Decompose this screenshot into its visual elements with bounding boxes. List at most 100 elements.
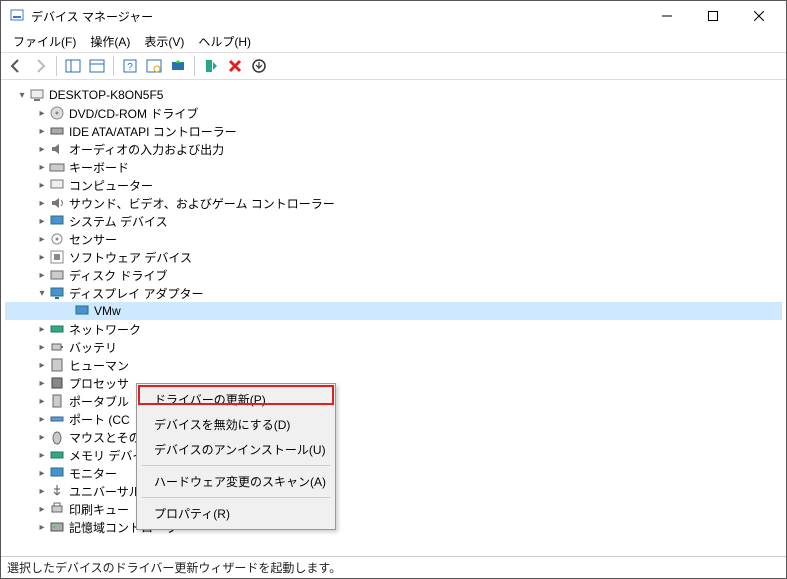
tree-root[interactable]: ▾ DESKTOP-K8ON5F5 (5, 86, 782, 104)
expand-icon[interactable]: ▸ (35, 342, 49, 353)
app-icon (9, 8, 25, 24)
usb-icon (49, 483, 65, 499)
update-driver-button[interactable] (167, 55, 189, 77)
properties-button[interactable] (86, 55, 108, 77)
sound-icon (49, 195, 65, 211)
tree-item[interactable]: ▸コンピューター (5, 176, 782, 194)
tree-label: DESKTOP-K8ON5F5 (49, 88, 163, 102)
context-scan-hardware[interactable]: ハードウェア変更のスキャン(A) (140, 469, 332, 494)
tree-label: ネットワーク (69, 321, 141, 338)
memory-icon (49, 447, 65, 463)
expand-icon[interactable]: ▸ (35, 504, 49, 515)
expand-icon[interactable]: ▸ (35, 270, 49, 281)
processor-icon (49, 375, 65, 391)
tree-label: IDE ATA/ATAPI コントローラー (69, 123, 237, 140)
system-icon (49, 213, 65, 229)
expand-icon[interactable]: ▸ (35, 162, 49, 173)
expand-icon[interactable]: ▸ (35, 126, 49, 137)
storage-controller-icon (49, 519, 65, 535)
network-icon (49, 321, 65, 337)
menu-action[interactable]: 操作(A) (84, 31, 136, 52)
tree-label: モニター (69, 465, 117, 482)
expand-icon[interactable]: ▸ (35, 396, 49, 407)
tree-item[interactable]: ▸センサー (5, 230, 782, 248)
expand-icon[interactable]: ▸ (35, 198, 49, 209)
expand-icon[interactable]: ▸ (35, 360, 49, 371)
tree-item[interactable]: ▸ポート (CC (5, 410, 782, 428)
tree-item-vmware-display[interactable]: VMw (5, 302, 782, 320)
title-bar: デバイス マネージャー (1, 1, 786, 31)
dvd-icon (49, 105, 65, 121)
tree-item[interactable]: ▸ソフトウェア デバイス (5, 248, 782, 266)
tree-item[interactable]: ▸メモリ デバイス (5, 446, 782, 464)
expand-icon[interactable]: ▸ (35, 414, 49, 425)
printer-icon (49, 501, 65, 517)
context-uninstall-device[interactable]: デバイスのアンインストール(U) (140, 437, 332, 462)
menu-file[interactable]: ファイル(F) (7, 31, 82, 52)
expand-icon[interactable]: ▸ (35, 324, 49, 335)
close-button[interactable] (736, 1, 782, 31)
tree-item[interactable]: ▸ユニバーサル シリアル バス コントローラー (5, 482, 782, 500)
tree-item[interactable]: ▸ディスク ドライブ (5, 266, 782, 284)
expand-icon[interactable]: ▸ (35, 468, 49, 479)
tree-item[interactable]: ▸ モニター (5, 464, 782, 482)
tree-item[interactable]: ▸システム デバイス (5, 212, 782, 230)
tree-item[interactable]: ▸ 印刷キュー (5, 500, 782, 518)
expand-icon[interactable]: ▸ (35, 450, 49, 461)
context-update-driver[interactable]: ドライバーの更新(P) (140, 387, 332, 412)
tree-item[interactable]: ▸ ヒューマン (5, 356, 782, 374)
tree-item[interactable]: ▸DVD/CD-ROM ドライブ (5, 104, 782, 122)
status-text: 選択したデバイスのドライバー更新ウィザードを起動します。 (7, 559, 341, 576)
tree-item[interactable]: ▸サウンド、ビデオ、およびゲーム コントローラー (5, 194, 782, 212)
tree-label: ポータブル (69, 393, 129, 410)
context-disable-device[interactable]: デバイスを無効にする(D) (140, 412, 332, 437)
tree-item[interactable]: ▸記憶域コントローラー (5, 518, 782, 536)
scan-hardware-button[interactable] (143, 55, 165, 77)
expand-icon[interactable]: ▸ (35, 252, 49, 263)
display-icon (49, 285, 65, 301)
toolbar: ? (1, 52, 786, 80)
expand-icon[interactable]: ▸ (35, 234, 49, 245)
enable-device-button[interactable] (200, 55, 222, 77)
help-button[interactable]: ? (119, 55, 141, 77)
expand-icon[interactable]: ▸ (35, 486, 49, 497)
tree-item[interactable]: ▸バッテリ (5, 338, 782, 356)
software-icon (49, 249, 65, 265)
tree-item[interactable]: ▸マウスとそのほかのポインティング デバイス (5, 428, 782, 446)
tree-label: 印刷キュー (69, 501, 129, 518)
uninstall-device-button[interactable] (224, 55, 246, 77)
collapse-icon[interactable]: ▾ (15, 90, 29, 101)
back-button[interactable] (5, 55, 27, 77)
toolbar-separator (113, 56, 114, 76)
expand-icon[interactable]: ▸ (35, 216, 49, 227)
audio-icon (49, 141, 65, 157)
tree-item[interactable]: ▸キーボード (5, 158, 782, 176)
forward-button[interactable] (29, 55, 51, 77)
tree-label: ディスプレイ アダプター (69, 285, 204, 302)
disable-device-button[interactable] (248, 55, 270, 77)
maximize-button[interactable] (690, 1, 736, 31)
mouse-icon (49, 429, 65, 445)
expand-icon[interactable]: ▸ (35, 522, 49, 533)
tree-item[interactable]: ▸ ネットワーク (5, 320, 782, 338)
expand-icon[interactable]: ▸ (35, 144, 49, 155)
tree-item[interactable]: ▸ ポータブル (5, 392, 782, 410)
minimize-button[interactable] (644, 1, 690, 31)
menu-bar: ファイル(F) 操作(A) 表示(V) ヘルプ(H) (1, 31, 786, 52)
tree-item[interactable]: ▸オーディオの入力および出力 (5, 140, 782, 158)
expand-icon[interactable]: ▸ (35, 432, 49, 443)
device-tree[interactable]: ▾ DESKTOP-K8ON5F5 ▸DVD/CD-ROM ドライブ ▸ IDE A… (1, 80, 786, 556)
tree-item[interactable]: ▸プロセッサ (5, 374, 782, 392)
hid-icon (49, 357, 65, 373)
collapse-icon[interactable]: ▾ (35, 288, 49, 299)
expand-icon[interactable]: ▸ (35, 108, 49, 119)
expand-icon[interactable]: ▸ (35, 180, 49, 191)
menu-help[interactable]: ヘルプ(H) (192, 31, 257, 52)
context-properties[interactable]: プロパティ(R) (140, 501, 332, 526)
expand-icon[interactable]: ▸ (35, 378, 49, 389)
tree-label: ヒューマン (69, 357, 129, 374)
menu-view[interactable]: 表示(V) (138, 31, 190, 52)
show-hide-tree-button[interactable] (62, 55, 84, 77)
tree-item-display-adapters[interactable]: ▾ ディスプレイ アダプター (5, 284, 782, 302)
tree-item[interactable]: ▸ IDE ATA/ATAPI コントローラー (5, 122, 782, 140)
